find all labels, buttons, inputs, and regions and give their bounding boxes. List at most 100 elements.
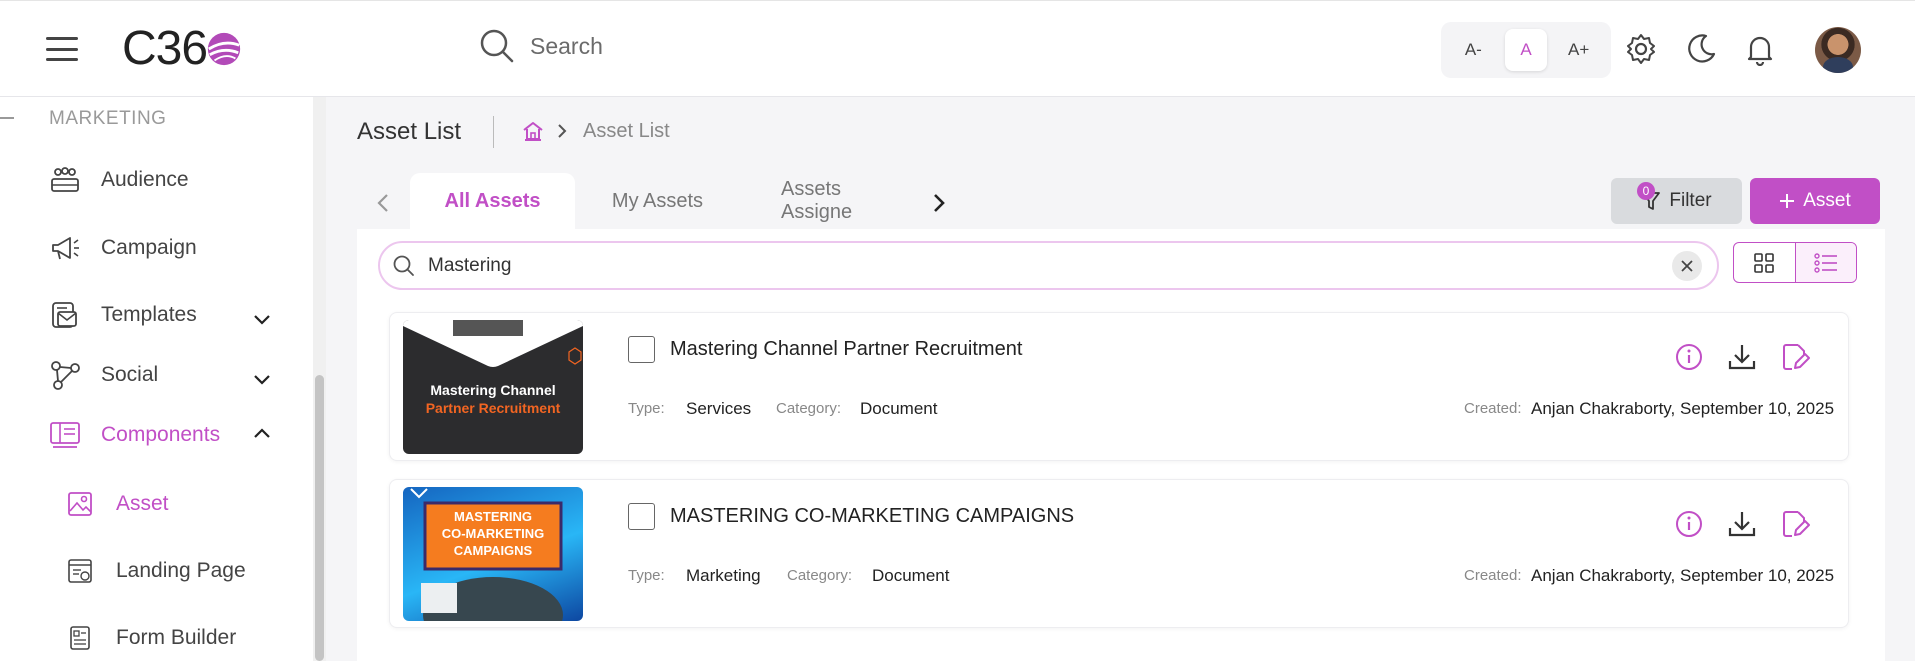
asset-title[interactable]: MASTERING CO-MARKETING CAMPAIGNS xyxy=(670,505,1074,528)
components-icon xyxy=(49,419,81,451)
edit-icon[interactable] xyxy=(1780,342,1810,372)
sidebar-item-label: Form Builder xyxy=(116,626,237,649)
thumbnail-text-line2: CO-MARKETING xyxy=(441,526,545,541)
filter-label: Filter xyxy=(1669,190,1712,211)
sidebar-item-audience[interactable]: Audience xyxy=(49,164,189,196)
chevron-right-icon[interactable] xyxy=(932,192,946,214)
moon-icon[interactable] xyxy=(1684,32,1718,66)
sidebar-item-campaign[interactable]: Campaign xyxy=(49,232,197,264)
breadcrumb-separator-icon xyxy=(558,124,567,138)
sidebar-item-asset[interactable]: Asset xyxy=(64,488,169,520)
section-collapse-indicator xyxy=(0,117,14,119)
sidebar-item-label: Landing Page xyxy=(116,559,246,582)
asset-title[interactable]: Mastering Channel Partner Recruitment xyxy=(670,338,1022,361)
form-icon xyxy=(64,622,96,654)
asset-card[interactable]: MASTERING CO-MARKETING CAMPAIGNS MASTERI… xyxy=(389,479,1849,628)
sidebar-item-form-builder[interactable]: Form Builder xyxy=(64,622,236,654)
top-header: C36 Search A- A A+ xyxy=(0,0,1915,97)
sidebar-item-label: Components xyxy=(101,423,221,446)
list-view-button[interactable] xyxy=(1794,243,1856,282)
add-asset-label: Asset xyxy=(1803,190,1851,211)
global-search[interactable]: Search xyxy=(478,27,603,65)
close-icon xyxy=(1681,260,1693,272)
sidebar-item-label: Audience xyxy=(101,168,189,191)
megaphone-icon xyxy=(49,232,81,264)
chevron-down-icon[interactable] xyxy=(253,374,271,386)
created-label: Created: xyxy=(1464,567,1522,584)
templates-icon xyxy=(49,299,81,331)
filter-count-badge: 0 xyxy=(1637,182,1655,200)
asset-type: Marketing xyxy=(686,566,761,585)
font-size-controls: A- A A+ xyxy=(1441,22,1611,78)
audience-icon xyxy=(49,164,81,196)
asset-select-checkbox[interactable] xyxy=(628,503,655,530)
asset-category: Document xyxy=(860,399,938,418)
font-decrease-button[interactable]: A- xyxy=(1452,29,1494,71)
chevron-up-icon[interactable] xyxy=(253,427,271,439)
sidebar-item-landing-page[interactable]: Landing Page xyxy=(64,555,246,587)
logo[interactable]: C36 xyxy=(122,21,243,76)
home-icon[interactable] xyxy=(522,120,544,142)
type-label: Type: xyxy=(628,400,665,417)
search-icon xyxy=(393,255,414,276)
category-label: Category: xyxy=(776,400,842,417)
font-increase-button[interactable]: A+ xyxy=(1558,29,1600,71)
search-value: Mastering xyxy=(428,254,512,276)
sidebar-item-templates[interactable]: Templates xyxy=(49,299,197,331)
clear-search-button[interactable] xyxy=(1672,251,1702,281)
sidebar-item-social[interactable]: Social xyxy=(49,359,158,391)
share-icon xyxy=(49,359,81,391)
tab-all-assets[interactable]: All Assets xyxy=(410,173,575,229)
download-icon[interactable] xyxy=(1727,342,1757,372)
sidebar-item-label: Asset xyxy=(116,492,169,515)
chevron-down-icon[interactable] xyxy=(253,314,271,326)
thumbnail-text-line1: Mastering Channel xyxy=(430,382,556,398)
grid-view-button[interactable] xyxy=(1734,243,1795,282)
search-icon xyxy=(480,29,514,63)
avatar[interactable] xyxy=(1815,27,1861,73)
sidebar-section-title: MARKETING xyxy=(49,108,167,129)
asset-category: Document xyxy=(872,566,950,585)
thumbnail-text-line1: MASTERING xyxy=(454,509,532,524)
asset-search-input[interactable]: Mastering xyxy=(378,241,1719,290)
asset-thumbnail[interactable]: MASTERING CO-MARKETING CAMPAIGNS xyxy=(403,487,583,621)
logo-text: C36 xyxy=(122,22,208,75)
thumbnail-text-line3: CAMPAIGNS xyxy=(453,543,533,558)
asset-created: Anjan Chakraborty, September 10, 2025 xyxy=(1531,566,1835,585)
sidebar-item-label: Campaign xyxy=(101,236,197,259)
gear-icon[interactable] xyxy=(1624,32,1658,66)
landing-page-icon xyxy=(64,555,96,587)
tab-my-assets[interactable]: My Assets xyxy=(590,173,725,229)
asset-type: Services xyxy=(686,399,752,418)
list-icon xyxy=(1814,252,1837,273)
edit-icon[interactable] xyxy=(1780,509,1810,539)
image-icon xyxy=(64,488,96,520)
category-label: Category: xyxy=(787,567,853,584)
tab-assets-assigned[interactable]: Assets Assigne xyxy=(760,173,915,229)
bell-icon[interactable] xyxy=(1743,32,1777,66)
sidebar-item-label: Social xyxy=(101,363,159,386)
info-icon[interactable] xyxy=(1674,342,1704,372)
sidebar-item-components[interactable]: Components xyxy=(49,419,220,451)
created-label: Created: xyxy=(1464,400,1522,417)
menu-icon[interactable] xyxy=(46,37,78,61)
asset-select-checkbox[interactable] xyxy=(628,336,655,363)
chevron-left-icon[interactable] xyxy=(376,193,390,213)
search-placeholder: Search xyxy=(530,32,603,59)
title-divider xyxy=(493,116,494,148)
add-asset-button[interactable]: Asset xyxy=(1750,178,1880,224)
asset-created: Anjan Chakraborty, September 10, 2025 xyxy=(1531,399,1835,418)
logo-globe-icon xyxy=(207,32,241,65)
page-title: Asset List xyxy=(357,118,462,145)
font-default-button[interactable]: A xyxy=(1504,29,1547,71)
filter-button[interactable]: Filter xyxy=(1611,178,1742,224)
asset-thumbnail[interactable]: Mastering Channel Partner Recruitment xyxy=(403,320,583,454)
type-label: Type: xyxy=(628,567,665,584)
grid-icon xyxy=(1754,252,1775,273)
thumbnail-text-line2: Partner Recruitment xyxy=(425,400,561,416)
info-icon[interactable] xyxy=(1674,509,1704,539)
asset-card[interactable]: Mastering Channel Partner Recruitment Ma… xyxy=(389,312,1849,461)
download-icon[interactable] xyxy=(1727,509,1757,539)
sidebar-scrollbar-thumb[interactable] xyxy=(315,375,324,661)
sidebar-item-label: Templates xyxy=(101,303,197,326)
